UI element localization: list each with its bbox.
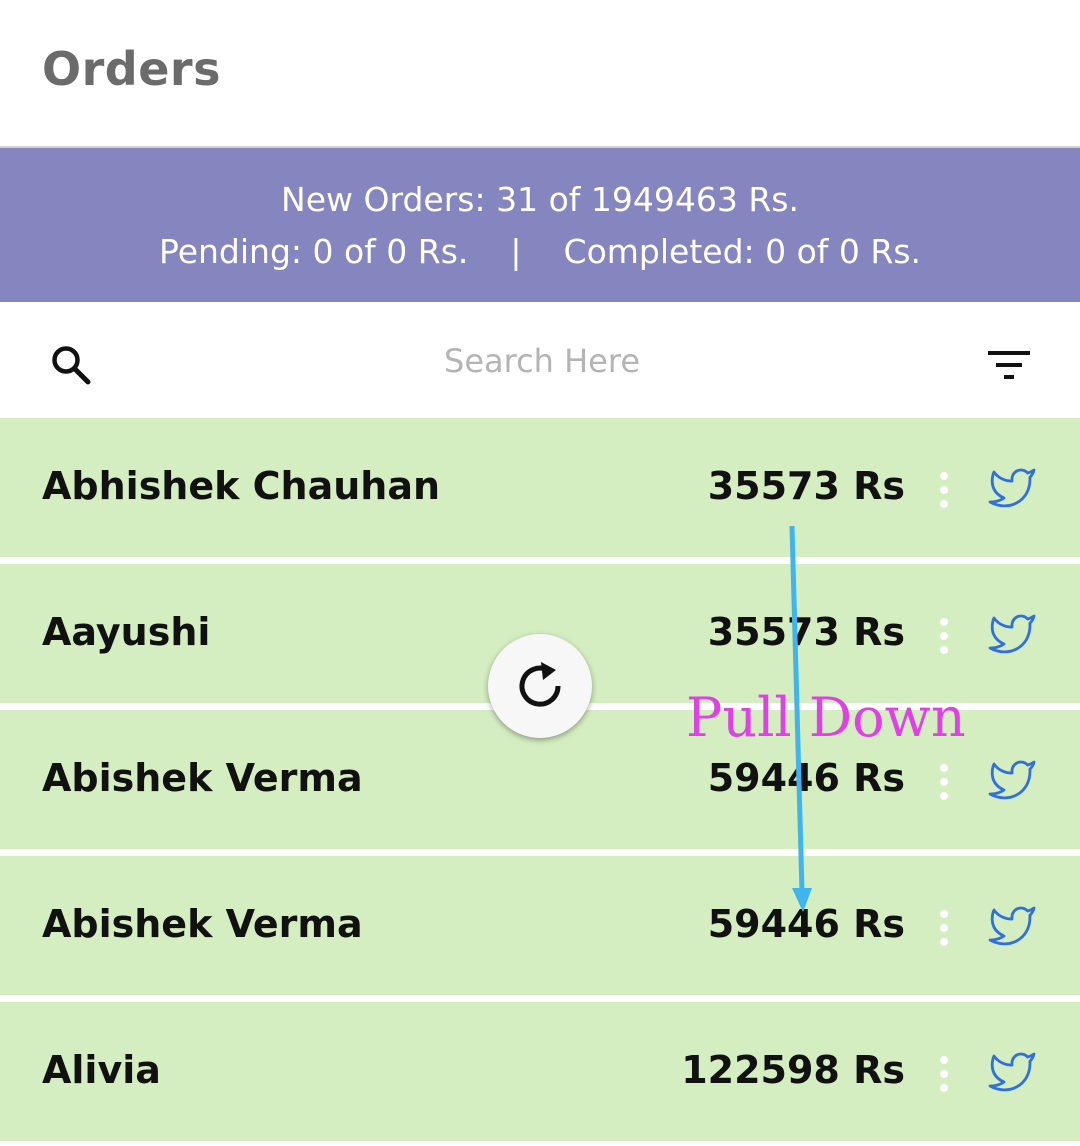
orders-summary-banner: New Orders: 31 of 1949463 Rs. Pending: 0… [0,148,1080,302]
page-title: Orders [42,42,221,96]
twitter-icon[interactable] [984,1048,1040,1096]
pending-summary: Pending: 0 of 0 Rs. [158,232,469,271]
completed-summary: Completed: 0 of 0 Rs. [563,232,922,271]
customer-name: Abishek Verma [42,756,363,800]
more-vertical-icon[interactable] [936,1054,952,1094]
summary-separator: | [510,232,522,271]
customer-name: Abishek Verma [42,902,363,946]
order-amount: 122598 Rs [681,1048,905,1092]
app-header: Orders [0,0,1080,148]
order-row[interactable]: Abishek Verma 59446 Rs [0,856,1080,995]
pull-down-annotation: Pull Down [686,686,966,749]
customer-name: Aayushi [42,610,211,654]
more-vertical-icon[interactable] [936,470,952,510]
twitter-icon[interactable] [984,610,1040,658]
search-icon[interactable] [50,344,92,386]
status-summary: Pending: 0 of 0 Rs. | Completed: 0 of 0 Rs… [0,232,1080,271]
twitter-icon[interactable] [984,464,1040,512]
pull-to-refresh-indicator [488,634,592,738]
more-vertical-icon[interactable] [936,616,952,656]
customer-name: Alivia [42,1048,161,1092]
order-row[interactable]: Alivia 122598 Rs [0,1002,1080,1141]
search-input[interactable] [300,330,784,392]
order-row[interactable]: Abhishek Chauhan 35573 Rs [0,418,1080,557]
order-amount: 35573 Rs [707,464,905,508]
more-vertical-icon[interactable] [936,762,952,802]
customer-name: Abhishek Chauhan [42,464,441,508]
filter-icon[interactable] [988,351,1030,381]
new-orders-summary: New Orders: 31 of 1949463 Rs. [281,180,799,219]
refresh-icon [519,662,561,707]
twitter-icon[interactable] [984,756,1040,804]
more-vertical-icon[interactable] [936,908,952,948]
twitter-icon[interactable] [984,902,1040,950]
